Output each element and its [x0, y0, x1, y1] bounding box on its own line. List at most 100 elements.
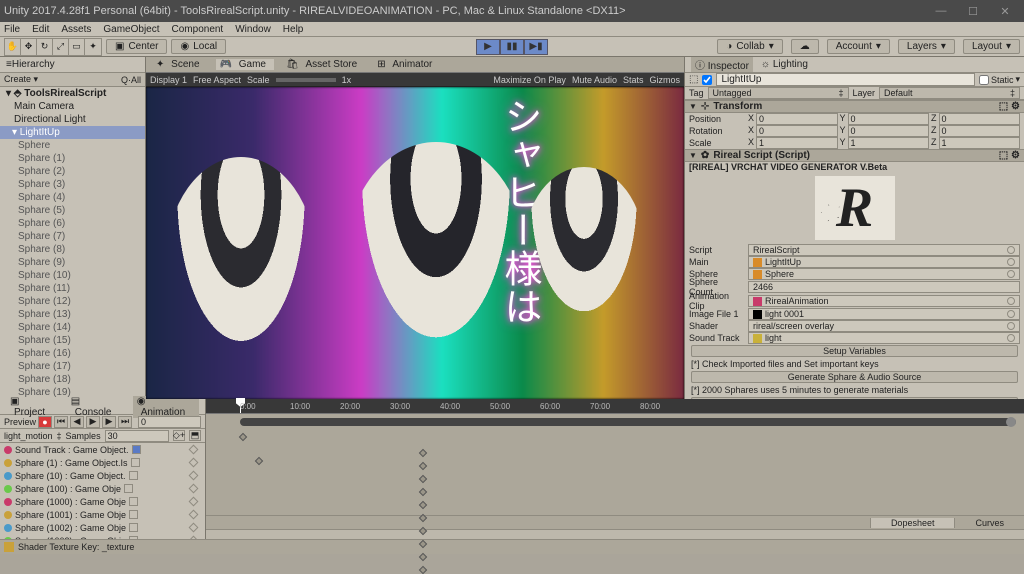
hierarchy-child[interactable]: Sphare (15)	[0, 334, 145, 347]
keyframe-icon[interactable]	[189, 510, 199, 520]
menu-gameobject[interactable]: GameObject	[103, 24, 159, 35]
anim-property-row[interactable]: Sphare (10) : Game Object.	[0, 469, 205, 482]
anim-property-row[interactable]: Sphare (1003) : Game Obje	[0, 534, 205, 539]
clip-slot[interactable]: RirealAnimation	[748, 295, 1020, 307]
timeline-ruler[interactable]: 0:0010:0020:0030:0040:0050:0060:0070:008…	[206, 399, 1024, 413]
hierarchy-child[interactable]: Sphare (2)	[0, 165, 145, 178]
main-slot[interactable]: LightItUp	[748, 256, 1020, 268]
keyframe-icon[interactable]	[189, 445, 199, 455]
pos-z[interactable]: 0	[939, 113, 1020, 125]
gizmos-toggle[interactable]: Gizmos	[649, 75, 680, 85]
keyframe[interactable]	[419, 449, 427, 457]
script-slot[interactable]: RirealScript	[748, 244, 1020, 256]
hand-tool-icon[interactable]: ✋	[5, 39, 21, 55]
keyframe[interactable]	[255, 457, 263, 465]
rot-y[interactable]: 0	[848, 125, 929, 137]
hierarchy-child[interactable]: Sphare (8)	[0, 243, 145, 256]
move-tool-icon[interactable]: ✥	[21, 39, 37, 55]
anim-property-checkbox[interactable]	[132, 445, 141, 454]
transform-component[interactable]: ▼⊹ Transform⬚ ⚙	[685, 100, 1024, 113]
anim-property-row[interactable]: Sound Track : Game Object.	[0, 443, 205, 456]
anim-property-checkbox[interactable]	[129, 510, 138, 519]
tab-game[interactable]: 🎮 Game	[216, 59, 274, 70]
menu-edit[interactable]: Edit	[32, 24, 49, 35]
anim-property-row[interactable]: Sphare (1001) : Game Obje	[0, 508, 205, 521]
menu-assets[interactable]: Assets	[61, 24, 91, 35]
transform-tool-icon[interactable]: ✦	[85, 39, 101, 55]
anim-property-checkbox[interactable]	[124, 484, 133, 493]
anim-property-row[interactable]: Sphare (1002) : Game Obje	[0, 521, 205, 534]
keyframe-icon[interactable]	[189, 471, 199, 481]
hierarchy-search[interactable]: Q·All	[121, 75, 141, 85]
setup-variables-button[interactable]: Setup Variables	[691, 345, 1018, 357]
generate-sphere-button[interactable]: Generate Sphare & Audio Source	[691, 371, 1018, 383]
layers-dropdown[interactable]: Layers ▾	[898, 39, 955, 54]
record-button[interactable]: ●	[38, 416, 52, 428]
hierarchy-child[interactable]: Sphare (1)	[0, 152, 145, 165]
hierarchy-child[interactable]: Sphare (16)	[0, 347, 145, 360]
cube-icon[interactable]: ⬚	[689, 74, 698, 85]
menu-window[interactable]: Window	[235, 24, 271, 35]
first-frame-button[interactable]: ⏮	[54, 416, 68, 428]
scale-tool-icon[interactable]: ⤢	[53, 39, 69, 55]
keyframe-icon[interactable]	[189, 458, 199, 468]
prev-key-button[interactable]: ◀	[70, 416, 84, 428]
tab-scene[interactable]: ✦ Scene	[152, 59, 208, 70]
static-checkbox[interactable]	[979, 75, 989, 85]
menu-file[interactable]: File	[4, 24, 20, 35]
hierarchy-item[interactable]: Directional Light	[0, 113, 145, 126]
anim-property-checkbox[interactable]	[129, 523, 138, 532]
keyframe-icon[interactable]	[189, 536, 199, 539]
close-button[interactable]: ✕	[990, 5, 1020, 18]
mute-toggle[interactable]: Mute Audio	[572, 75, 617, 85]
step-button[interactable]: ▶▮	[524, 39, 548, 55]
scl-x[interactable]: 1	[756, 137, 837, 149]
rireal-script-component[interactable]: ▼✿ Rireal Script (Script)⬚ ⚙	[685, 149, 1024, 162]
dopesheet-tab[interactable]: Dopesheet	[870, 518, 955, 528]
tab-asset-store[interactable]: 🛍 Asset Store	[282, 59, 365, 70]
rect-tool-icon[interactable]: ▭	[69, 39, 85, 55]
account-dropdown[interactable]: Account ▾	[827, 39, 890, 54]
cloud-button[interactable]: ☁	[791, 39, 819, 54]
hierarchy-item-selected[interactable]: ▾ LightItUp	[0, 126, 145, 139]
pivot-local[interactable]: ◉Local	[171, 39, 226, 54]
preview-button[interactable]: Preview	[4, 417, 36, 427]
hierarchy-child[interactable]: Sphare (9)	[0, 256, 145, 269]
anim-property-checkbox[interactable]	[129, 471, 138, 480]
image-slot[interactable]: light 0001	[748, 308, 1020, 320]
hierarchy-child[interactable]: Sphare (18)	[0, 373, 145, 386]
pivot-center[interactable]: ▣Center	[106, 39, 167, 54]
rot-x[interactable]: 0	[756, 125, 837, 137]
maximize-toggle[interactable]: Maximize On Play	[493, 75, 566, 85]
add-key-button[interactable]: ◇+	[173, 430, 185, 441]
hierarchy-child[interactable]: Sphare (10)	[0, 269, 145, 282]
keyframe-icon[interactable]	[189, 523, 199, 533]
rotate-tool-icon[interactable]: ↻	[37, 39, 53, 55]
object-name-field[interactable]: LightItUp	[716, 73, 975, 86]
hierarchy-root[interactable]: ▾ ⬘ ToolsRirealScript	[0, 87, 145, 100]
active-checkbox[interactable]	[702, 75, 712, 85]
tab-lighting[interactable]: ☼ Lighting	[761, 59, 808, 70]
stats-toggle[interactable]: Stats	[623, 75, 644, 85]
scale-slider[interactable]	[276, 78, 336, 82]
frame-field[interactable]: 0	[138, 416, 201, 428]
anim-property-row[interactable]: Sphare (100) : Game Obje	[0, 482, 205, 495]
hierarchy-child[interactable]: Sphare (5)	[0, 204, 145, 217]
play-button[interactable]: ▶	[476, 39, 500, 55]
keyframe[interactable]	[419, 488, 427, 496]
keyframe-icon[interactable]	[189, 484, 199, 494]
keyframe[interactable]	[419, 553, 427, 561]
maximize-button[interactable]: ☐	[958, 5, 988, 18]
hierarchy-tab[interactable]: ≡ Hierarchy	[0, 57, 145, 73]
clip-dropdown[interactable]: light_motion	[4, 431, 53, 441]
anim-property-checkbox[interactable]	[129, 497, 138, 506]
menu-component[interactable]: Component	[172, 24, 224, 35]
next-key-button[interactable]: ▶	[102, 416, 116, 428]
keyframe[interactable]	[239, 433, 247, 441]
last-frame-button[interactable]: ⏭	[118, 416, 132, 428]
scl-z[interactable]: 1	[939, 137, 1020, 149]
hierarchy-child[interactable]: Sphare (3)	[0, 178, 145, 191]
timeline-scrollbar[interactable]	[206, 529, 1024, 539]
pause-button[interactable]: ▮▮	[500, 39, 524, 55]
keyframe[interactable]	[419, 566, 427, 574]
